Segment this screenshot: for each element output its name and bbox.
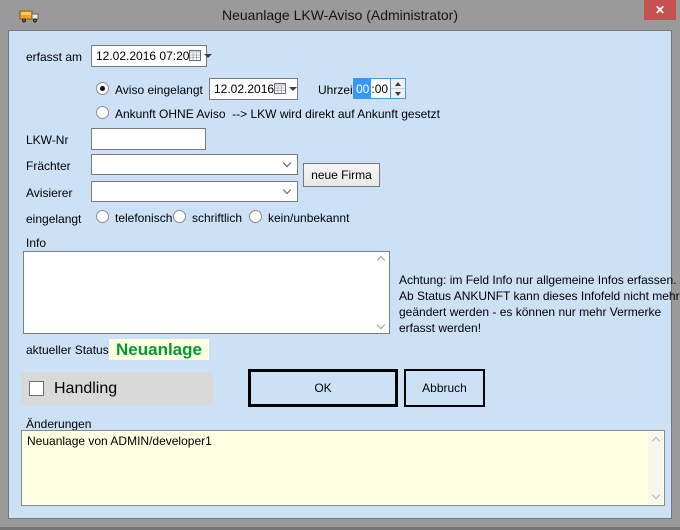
- eingelangt-label: eingelangt: [26, 212, 81, 226]
- dropdown-arrow-icon: [289, 87, 297, 91]
- time-hours[interactable]: 00: [354, 79, 371, 98]
- aenderungen-label: Änderungen: [26, 417, 91, 431]
- telefonisch-label: telefonisch: [115, 211, 172, 225]
- handling-label: Handling: [54, 380, 117, 398]
- dialog-window: Neuanlage LKW-Aviso (Administrator) ✕ er…: [0, 0, 680, 530]
- schriftlich-label: schriftlich: [192, 211, 242, 225]
- abbruch-button[interactable]: Abbruch: [404, 369, 485, 407]
- erfasst-am-field[interactable]: 12.02.2016 07:20: [91, 45, 207, 67]
- handling-checkbox[interactable]: [29, 381, 44, 396]
- spin-up-button[interactable]: [391, 79, 405, 88]
- schriftlich-radio[interactable]: [173, 210, 186, 223]
- kein-unbekannt-label: kein/unbekannt: [268, 211, 349, 225]
- ankunft-ohne-aviso-radio[interactable]: [96, 106, 109, 119]
- aktueller-status-label: aktueller Status: [26, 343, 109, 357]
- lkw-nr-input[interactable]: [91, 128, 206, 150]
- window-title: Neuanlage LKW-Aviso (Administrator): [0, 7, 680, 23]
- spin-down-button[interactable]: [391, 88, 405, 98]
- titlebar[interactable]: Neuanlage LKW-Aviso (Administrator) ✕: [0, 0, 680, 30]
- close-icon: ✕: [655, 4, 665, 16]
- scroll-up-icon[interactable]: [377, 256, 385, 264]
- scroll-up-icon[interactable]: [652, 437, 660, 445]
- aenderungen-textarea[interactable]: Neuanlage von ADMIN/developer1: [21, 430, 665, 506]
- aviso-eingelangt-radio[interactable]: [96, 82, 109, 95]
- dropdown-arrow-icon: [204, 54, 212, 58]
- info-warning-text: Achtung: im Feld Info nur allgemeine Inf…: [399, 272, 680, 336]
- uhrzeit-field[interactable]: 00 :00: [353, 78, 406, 99]
- spin-down-icon: [395, 92, 401, 96]
- aviso-date-value: 12.02.2016: [214, 82, 274, 96]
- calendar-icon: [274, 82, 286, 97]
- neue-firma-button[interactable]: neue Firma: [303, 163, 380, 187]
- ok-button[interactable]: OK: [248, 369, 398, 407]
- status-badge: Neuanlage: [109, 339, 209, 360]
- time-minutes[interactable]: 00: [375, 82, 388, 96]
- aenderungen-value: Neuanlage von ADMIN/developer1: [27, 434, 212, 448]
- fraechter-label: Frächter: [26, 159, 71, 173]
- avisierer-label: Avisierer: [26, 186, 72, 200]
- scroll-down-icon[interactable]: [377, 321, 385, 329]
- handling-panel: Handling: [21, 372, 213, 405]
- spin-up-icon: [395, 82, 401, 86]
- avisierer-combobox[interactable]: [91, 181, 298, 202]
- telefonisch-radio[interactable]: [96, 210, 109, 223]
- ankunft-ohne-aviso-label: Ankunft OHNE Aviso --> LKW wird direkt a…: [115, 107, 440, 121]
- info-label: Info: [26, 236, 46, 250]
- aenderungen-scrollbar[interactable]: [648, 432, 663, 504]
- aviso-date-field[interactable]: 12.02.2016: [209, 78, 298, 100]
- time-spinner: [390, 79, 405, 98]
- kein-unbekannt-radio[interactable]: [249, 210, 262, 223]
- fraechter-combobox[interactable]: [91, 154, 298, 175]
- scroll-down-icon[interactable]: [652, 491, 660, 499]
- info-textarea[interactable]: [23, 251, 390, 334]
- erfasst-am-label: erfasst am: [26, 50, 82, 64]
- combo-dropdown-icon: [283, 186, 291, 194]
- uhrzeit-label: Uhrzeit: [318, 83, 356, 97]
- dialog-body: erfasst am 12.02.2016 07:20 Aviso eingel…: [8, 30, 672, 519]
- lkw-nr-label: LKW-Nr: [26, 133, 68, 147]
- erfasst-am-value: 12.02.2016 07:20: [96, 49, 189, 63]
- combo-dropdown-icon: [283, 159, 291, 167]
- calendar-icon: [189, 49, 201, 64]
- close-button[interactable]: ✕: [644, 0, 676, 20]
- aviso-eingelangt-label: Aviso eingelangt: [115, 83, 203, 97]
